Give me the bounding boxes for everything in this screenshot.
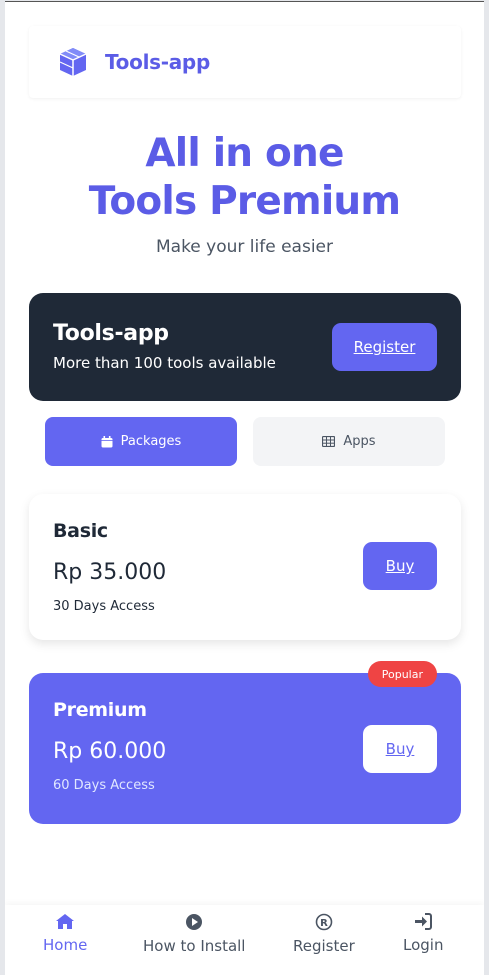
nav-how-to-install[interactable]: How to Install — [143, 913, 245, 955]
top-header: Tools-app — [29, 26, 461, 98]
home-icon — [56, 914, 75, 929]
nav-home-label: Home — [43, 936, 88, 954]
register-button[interactable]: Register — [332, 323, 437, 371]
sign-in-icon — [415, 913, 433, 930]
popular-badge: Popular — [367, 661, 437, 687]
nav-register-label: Register — [293, 937, 355, 955]
plan-access: 60 Days Access — [53, 778, 155, 793]
promo-card: Tools-app More than 100 tools available … — [29, 293, 461, 401]
tab-packages-label: Packages — [120, 434, 182, 449]
svg-text:R: R — [320, 918, 328, 929]
plan-card-premium: Popular Premium Rp 60.000 60 Days Access… — [29, 661, 461, 824]
tab-apps-label: Apps — [343, 434, 376, 449]
plan-name: Basic — [53, 520, 108, 542]
hero-title-line1: All in one — [145, 131, 344, 176]
hero-subtitle: Make your life easier — [155, 237, 333, 257]
tab-apps[interactable]: Apps — [253, 417, 445, 466]
calendar-icon — [101, 435, 113, 447]
plan-access: 30 Days Access — [53, 599, 155, 614]
bottom-nav: Home How to Install R Register Login — [5, 905, 484, 975]
brand-name[interactable]: Tools-app — [105, 50, 210, 74]
buy-premium-button[interactable]: Buy — [363, 725, 437, 773]
cube-icon — [57, 46, 89, 78]
hero-title: All in one Tools Premium — [5, 130, 484, 226]
buy-basic-button[interactable]: Buy — [363, 542, 437, 590]
nav-register[interactable]: R Register — [293, 913, 355, 955]
plan-card-basic: Basic Rp 35.000 30 Days Access Buy — [29, 494, 461, 640]
table-icon — [322, 436, 336, 447]
registered-icon: R — [315, 913, 333, 931]
app-screen: Tools-app All in one Tools Premium Make … — [5, 1, 484, 975]
hero-title-line2: Tools Premium — [88, 179, 401, 224]
play-circle-icon — [186, 914, 203, 930]
tab-packages[interactable]: Packages — [45, 417, 237, 466]
nav-how-to-install-label: How to Install — [143, 937, 246, 955]
nav-login-label: Login — [403, 936, 444, 954]
plan-name: Premium — [53, 699, 147, 721]
nav-home[interactable]: Home — [43, 913, 87, 954]
nav-login[interactable]: Login — [403, 913, 443, 954]
